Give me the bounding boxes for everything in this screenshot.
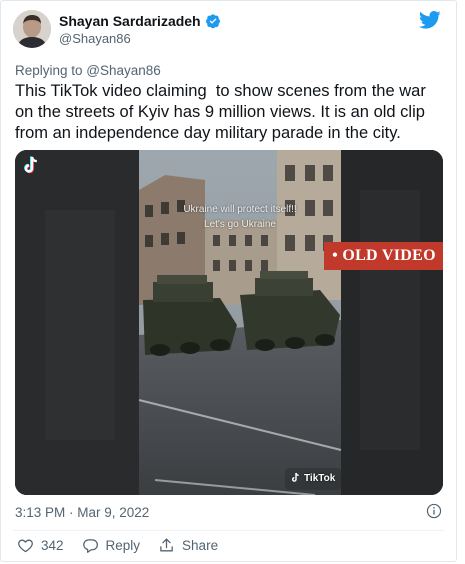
tweet-actions: 342 Reply Share <box>17 537 218 554</box>
old-video-badge: • OLD VIDEO <box>324 242 443 270</box>
author-name-text[interactable]: Shayan Sardarizadeh <box>59 13 201 29</box>
tiktok-logo-icon <box>24 156 37 174</box>
like-button[interactable]: 342 <box>17 537 64 554</box>
verified-badge-icon <box>205 14 220 29</box>
share-button[interactable]: Share <box>158 537 218 554</box>
tweet-text: This TikTok video claiming to show scene… <box>15 82 431 142</box>
author-handle[interactable]: @Shayan86 <box>59 31 131 46</box>
tiktok-watermark-icon <box>291 472 299 482</box>
tiktok-watermark: TikTok <box>291 472 335 484</box>
tiktok-watermark-text: TikTok <box>304 472 336 484</box>
heart-icon <box>18 539 33 553</box>
share-label: Share <box>182 538 219 553</box>
divider <box>13 530 444 531</box>
video-media[interactable]: Ukraine will protect itself!! Let's go U… <box>15 150 443 495</box>
twitter-bird-icon[interactable] <box>419 10 441 30</box>
avatar[interactable] <box>13 10 51 48</box>
replying-to: Replying to @Shayan86 <box>15 63 161 78</box>
share-icon <box>160 538 173 552</box>
video-overlay-caption: Ukraine will protect itself!! Let's go U… <box>183 204 297 230</box>
reply-icon <box>82 539 98 553</box>
info-icon[interactable] <box>426 503 442 519</box>
reply-label: Reply <box>105 538 141 553</box>
tweet-timestamp[interactable]: 3:13 PM · Mar 9, 2022 <box>15 505 149 520</box>
like-count: 342 <box>41 538 64 553</box>
author-name[interactable]: Shayan Sardarizadeh <box>59 13 221 29</box>
reply-button[interactable]: Reply <box>82 537 141 554</box>
tweet-card: Shayan Sardarizadeh @Shayan86 Replying t… <box>0 0 457 562</box>
